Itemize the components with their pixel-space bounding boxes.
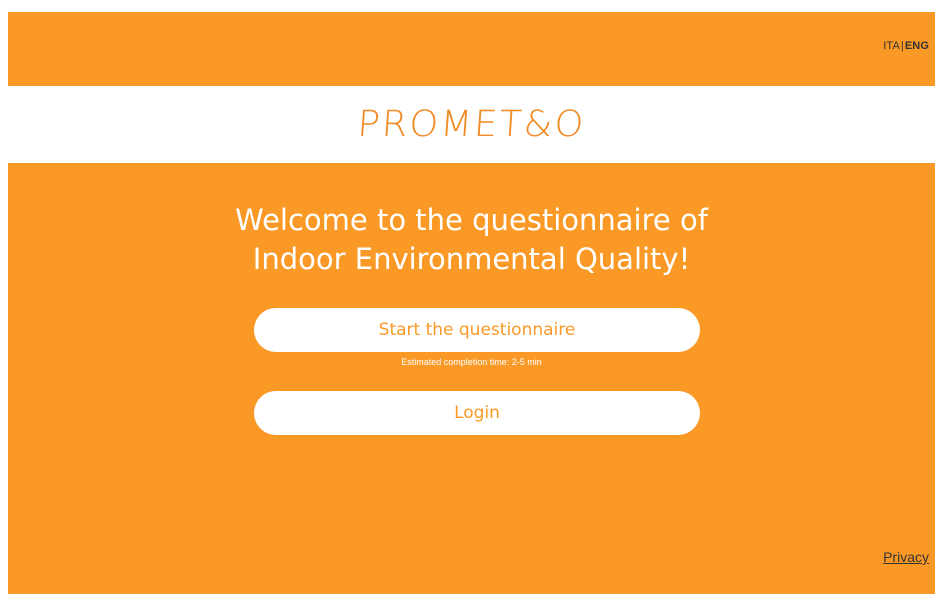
welcome-heading: Welcome to the questionnaire of Indoor E… bbox=[8, 201, 935, 279]
logo-band: PROMET&O bbox=[8, 86, 935, 163]
welcome-line-1: Welcome to the questionnaire of bbox=[235, 203, 708, 237]
language-option-eng[interactable]: ENG bbox=[905, 40, 929, 52]
welcome-line-2: Indoor Environmental Quality! bbox=[252, 242, 691, 276]
login-button[interactable]: Login bbox=[254, 391, 700, 435]
estimated-time-note: Estimated completion time: 2-5 min bbox=[401, 357, 542, 367]
language-switcher: ITA|ENG bbox=[883, 40, 929, 52]
main-panel: Welcome to the questionnaire of Indoor E… bbox=[8, 163, 935, 594]
promet-o-logo: PROMET&O bbox=[356, 104, 587, 145]
privacy-link[interactable]: Privacy bbox=[883, 549, 929, 565]
top-header-bar: ITA|ENG bbox=[8, 12, 935, 86]
start-questionnaire-button[interactable]: Start the questionnaire bbox=[254, 308, 700, 352]
page-frame: ITA|ENG PROMET&O Welcome to the question… bbox=[8, 12, 935, 594]
language-option-ita[interactable]: ITA bbox=[883, 40, 900, 52]
